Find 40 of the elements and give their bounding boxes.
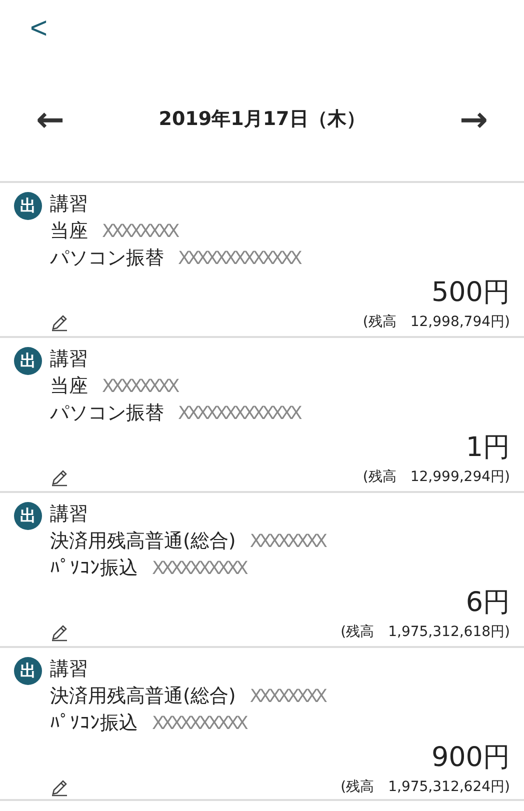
redacted-text: XXXXXXXX xyxy=(250,686,324,707)
date-title: 2019年1月17日（木） xyxy=(158,107,366,132)
transaction-description: ﾊﾟｿｺﾝ振込 xyxy=(50,712,138,734)
edit-icon[interactable] xyxy=(50,624,68,642)
balance-text: (残高 12,998,794円) xyxy=(362,313,510,332)
amount: 900円 xyxy=(431,742,510,773)
transaction-title: 講習 xyxy=(50,192,89,217)
redacted-text: XXXXXXXXXX xyxy=(152,558,246,579)
balance-text: (残高 1,975,312,624円) xyxy=(340,778,510,797)
balance-text: (残高 12,999,294円) xyxy=(362,468,510,487)
transaction-description: パソコン振替 xyxy=(50,247,164,269)
type-badge: 出 xyxy=(14,192,42,220)
account-name: 決済用残高普通(総合) xyxy=(50,530,236,552)
balance-text: (残高 1,975,312,618円) xyxy=(340,623,510,642)
edit-icon[interactable] xyxy=(50,778,68,796)
redacted-text: XXXXXXXX xyxy=(250,531,324,552)
account-name: 決済用残高普通(総合) xyxy=(50,685,236,707)
type-badge: 出 xyxy=(14,657,42,685)
redacted-text: XXXXXXXXXXXXX xyxy=(178,248,300,269)
transaction-title: 講習 xyxy=(50,347,89,372)
amount: 6円 xyxy=(466,587,510,618)
transaction-description: パソコン振替 xyxy=(50,402,164,424)
back-button[interactable]: < xyxy=(30,14,48,44)
edit-icon[interactable] xyxy=(50,314,68,332)
account-name: 当座 xyxy=(50,375,88,397)
next-day-button[interactable]: → xyxy=(459,102,488,136)
type-badge: 出 xyxy=(14,502,42,530)
redacted-text: XXXXXXXXXX xyxy=(152,713,246,734)
amount: 1円 xyxy=(466,432,510,463)
amount: 500円 xyxy=(431,277,510,308)
previous-day-button[interactable]: ← xyxy=(36,102,64,136)
transaction-description: ﾊﾟｿｺﾝ振込 xyxy=(50,557,138,579)
redacted-text: XXXXXXXX xyxy=(102,376,177,397)
edit-icon[interactable] xyxy=(50,468,68,486)
transaction-title: 講習 xyxy=(50,502,89,527)
redacted-text: XXXXXXXX xyxy=(102,221,177,242)
account-name: 当座 xyxy=(50,220,88,242)
type-badge: 出 xyxy=(14,347,42,375)
transaction-title: 講習 xyxy=(50,657,89,682)
redacted-text: XXXXXXXXXXXXX xyxy=(178,403,300,424)
